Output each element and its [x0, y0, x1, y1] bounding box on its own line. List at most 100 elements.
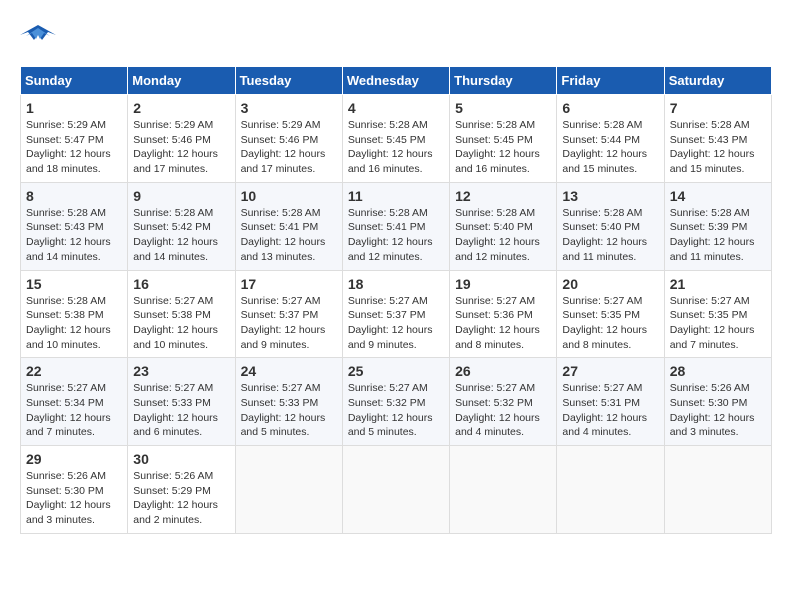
calendar-table: Sunday Monday Tuesday Wednesday Thursday…	[20, 66, 772, 534]
day-info: Sunrise: 5:28 AMSunset: 5:44 PMDaylight:…	[562, 118, 658, 177]
day-info: Sunrise: 5:28 AMSunset: 5:43 PMDaylight:…	[670, 118, 766, 177]
day-info: Sunrise: 5:28 AMSunset: 5:42 PMDaylight:…	[133, 206, 229, 265]
day-number: 7	[670, 100, 766, 116]
table-row: 19 Sunrise: 5:27 AMSunset: 5:36 PMDayligh…	[450, 270, 557, 358]
day-info: Sunrise: 5:28 AMSunset: 5:38 PMDaylight:…	[26, 294, 122, 353]
col-friday: Friday	[557, 67, 664, 95]
day-info: Sunrise: 5:27 AMSunset: 5:36 PMDaylight:…	[455, 294, 551, 353]
col-saturday: Saturday	[664, 67, 771, 95]
table-row: 25 Sunrise: 5:27 AMSunset: 5:32 PMDayligh…	[342, 358, 449, 446]
day-number: 3	[241, 100, 337, 116]
day-number: 29	[26, 451, 122, 467]
day-info: Sunrise: 5:28 AMSunset: 5:39 PMDaylight:…	[670, 206, 766, 265]
day-number: 2	[133, 100, 229, 116]
day-info: Sunrise: 5:26 AMSunset: 5:30 PMDaylight:…	[670, 381, 766, 440]
table-row: 16Sunrise: 5:27 AMSunset: 5:38 PMDayligh…	[128, 270, 235, 358]
day-info: Sunrise: 5:28 AMSunset: 5:41 PMDaylight:…	[348, 206, 444, 265]
day-number: 11	[348, 188, 444, 204]
table-row: 10 Sunrise: 5:28 AMSunset: 5:41 PMDayligh…	[235, 182, 342, 270]
day-number: 6	[562, 100, 658, 116]
day-number: 22	[26, 363, 122, 379]
table-row: 15 Sunrise: 5:28 AMSunset: 5:38 PMDayligh…	[21, 270, 128, 358]
day-info: Sunrise: 5:28 AMSunset: 5:43 PMDaylight:…	[26, 206, 122, 265]
day-number: 26	[455, 363, 551, 379]
day-number: 12	[455, 188, 551, 204]
day-number: 20	[562, 276, 658, 292]
col-wednesday: Wednesday	[342, 67, 449, 95]
day-number: 13	[562, 188, 658, 204]
table-row: 26 Sunrise: 5:27 AMSunset: 5:32 PMDayligh…	[450, 358, 557, 446]
table-row: 24Sunrise: 5:27 AMSunset: 5:33 PMDayligh…	[235, 358, 342, 446]
table-row	[664, 446, 771, 534]
day-info: Sunrise: 5:27 AMSunset: 5:32 PMDaylight:…	[348, 381, 444, 440]
table-row: 18Sunrise: 5:27 AMSunset: 5:37 PMDayligh…	[342, 270, 449, 358]
table-row: 13 Sunrise: 5:28 AMSunset: 5:40 PMDayligh…	[557, 182, 664, 270]
calendar-week-row: 8 Sunrise: 5:28 AMSunset: 5:43 PMDaylight…	[21, 182, 772, 270]
day-number: 19	[455, 276, 551, 292]
day-number: 14	[670, 188, 766, 204]
day-number: 21	[670, 276, 766, 292]
page-header	[20, 20, 772, 50]
calendar-week-row: 15 Sunrise: 5:28 AMSunset: 5:38 PMDayligh…	[21, 270, 772, 358]
table-row: 14 Sunrise: 5:28 AMSunset: 5:39 PMDayligh…	[664, 182, 771, 270]
table-row: 17 Sunrise: 5:27 AMSunset: 5:37 PMDayligh…	[235, 270, 342, 358]
day-number: 30	[133, 451, 229, 467]
day-number: 10	[241, 188, 337, 204]
day-info: Sunrise: 5:27 AMSunset: 5:31 PMDaylight:…	[562, 381, 658, 440]
day-number: 4	[348, 100, 444, 116]
table-row: 7 Sunrise: 5:28 AMSunset: 5:43 PMDaylight…	[664, 95, 771, 183]
table-row	[450, 446, 557, 534]
calendar-week-row: 1 Sunrise: 5:29 AMSunset: 5:47 PMDaylight…	[21, 95, 772, 183]
day-number: 1	[26, 100, 122, 116]
table-row: 22 Sunrise: 5:27 AMSunset: 5:34 PMDayligh…	[21, 358, 128, 446]
day-info: Sunrise: 5:29 AMSunset: 5:47 PMDaylight:…	[26, 118, 122, 177]
col-thursday: Thursday	[450, 67, 557, 95]
calendar-week-row: 22 Sunrise: 5:27 AMSunset: 5:34 PMDayligh…	[21, 358, 772, 446]
day-info: Sunrise: 5:26 AMSunset: 5:30 PMDaylight:…	[26, 469, 122, 528]
table-row: 23Sunrise: 5:27 AMSunset: 5:33 PMDayligh…	[128, 358, 235, 446]
table-row: 11 Sunrise: 5:28 AMSunset: 5:41 PMDayligh…	[342, 182, 449, 270]
table-row	[342, 446, 449, 534]
day-number: 28	[670, 363, 766, 379]
day-info: Sunrise: 5:28 AMSunset: 5:45 PMDaylight:…	[348, 118, 444, 177]
day-info: Sunrise: 5:29 AMSunset: 5:46 PMDaylight:…	[241, 118, 337, 177]
logo-icon	[20, 20, 56, 50]
col-monday: Monday	[128, 67, 235, 95]
table-row: 29 Sunrise: 5:26 AMSunset: 5:30 PMDayligh…	[21, 446, 128, 534]
day-info: Sunrise: 5:27 AMSunset: 5:35 PMDaylight:…	[562, 294, 658, 353]
day-number: 5	[455, 100, 551, 116]
calendar-week-row: 29 Sunrise: 5:26 AMSunset: 5:30 PMDayligh…	[21, 446, 772, 534]
table-row: 20 Sunrise: 5:27 AMSunset: 5:35 PMDayligh…	[557, 270, 664, 358]
table-row: 1 Sunrise: 5:29 AMSunset: 5:47 PMDaylight…	[21, 95, 128, 183]
day-info: Sunrise: 5:27 AMSunset: 5:33 PMDaylight:…	[133, 381, 229, 440]
col-sunday: Sunday	[21, 67, 128, 95]
table-row: 3 Sunrise: 5:29 AMSunset: 5:46 PMDaylight…	[235, 95, 342, 183]
calendar-header-row: Sunday Monday Tuesday Wednesday Thursday…	[21, 67, 772, 95]
table-row	[557, 446, 664, 534]
table-row: 2Sunrise: 5:29 AMSunset: 5:46 PMDaylight…	[128, 95, 235, 183]
day-info: Sunrise: 5:27 AMSunset: 5:35 PMDaylight:…	[670, 294, 766, 353]
day-number: 15	[26, 276, 122, 292]
day-number: 8	[26, 188, 122, 204]
table-row: 27Sunrise: 5:27 AMSunset: 5:31 PMDayligh…	[557, 358, 664, 446]
table-row: 21 Sunrise: 5:27 AMSunset: 5:35 PMDayligh…	[664, 270, 771, 358]
day-info: Sunrise: 5:28 AMSunset: 5:41 PMDaylight:…	[241, 206, 337, 265]
table-row: 30 Sunrise: 5:26 AMSunset: 5:29 PMDayligh…	[128, 446, 235, 534]
day-info: Sunrise: 5:28 AMSunset: 5:40 PMDaylight:…	[562, 206, 658, 265]
day-number: 16	[133, 276, 229, 292]
day-info: Sunrise: 5:28 AMSunset: 5:45 PMDaylight:…	[455, 118, 551, 177]
table-row	[235, 446, 342, 534]
day-info: Sunrise: 5:26 AMSunset: 5:29 PMDaylight:…	[133, 469, 229, 528]
logo	[20, 20, 60, 50]
day-info: Sunrise: 5:27 AMSunset: 5:37 PMDaylight:…	[241, 294, 337, 353]
day-number: 25	[348, 363, 444, 379]
table-row: 8 Sunrise: 5:28 AMSunset: 5:43 PMDaylight…	[21, 182, 128, 270]
day-number: 24	[241, 363, 337, 379]
table-row: 9Sunrise: 5:28 AMSunset: 5:42 PMDaylight…	[128, 182, 235, 270]
col-tuesday: Tuesday	[235, 67, 342, 95]
day-number: 17	[241, 276, 337, 292]
day-info: Sunrise: 5:27 AMSunset: 5:32 PMDaylight:…	[455, 381, 551, 440]
table-row: 6 Sunrise: 5:28 AMSunset: 5:44 PMDaylight…	[557, 95, 664, 183]
day-info: Sunrise: 5:27 AMSunset: 5:34 PMDaylight:…	[26, 381, 122, 440]
table-row: 4 Sunrise: 5:28 AMSunset: 5:45 PMDaylight…	[342, 95, 449, 183]
